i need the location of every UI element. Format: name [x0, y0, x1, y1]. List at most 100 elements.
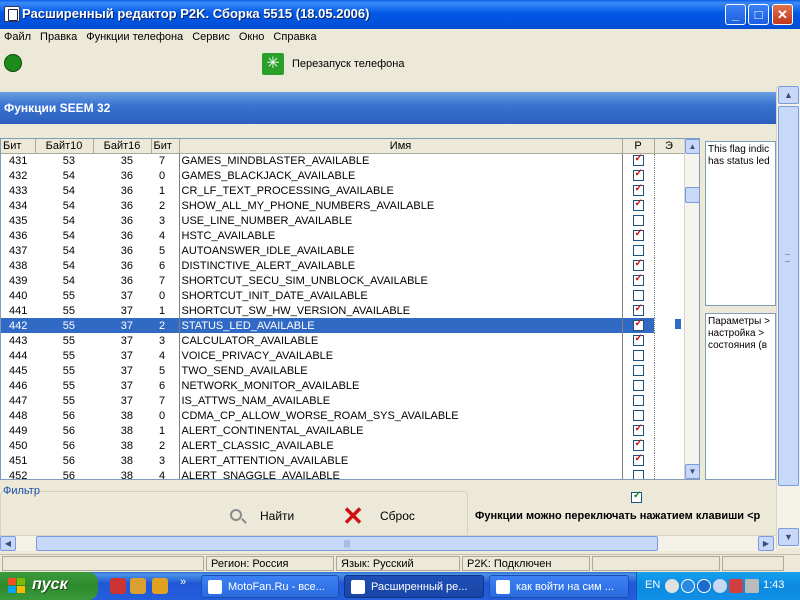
table-scrollbar[interactable]: ▲ ▼	[684, 139, 699, 479]
cell-p-checkbox[interactable]	[622, 333, 654, 348]
table-row[interactable]: 451 56 38 3 ALERT_ATTENTION_AVAILABLE	[1, 453, 684, 468]
cell-p-checkbox[interactable]	[622, 303, 654, 318]
minimize-button[interactable]: _	[725, 4, 746, 25]
table-row[interactable]: 435 54 36 3 USE_LINE_NUMBER_AVAILABLE	[1, 213, 684, 228]
tray-icon[interactable]	[713, 579, 727, 593]
table-row[interactable]: 450 56 38 2 ALERT_CLASSIC_AVAILABLE	[1, 438, 684, 453]
cell-e[interactable]	[653, 243, 684, 258]
quicklaunch-more-icon[interactable]: »	[180, 576, 186, 588]
tray-icon[interactable]	[745, 579, 759, 593]
table-scroll-down-icon[interactable]: ▼	[685, 464, 699, 479]
cell-e[interactable]	[653, 213, 684, 228]
cell-e[interactable]	[653, 378, 684, 393]
cell-p-checkbox[interactable]	[622, 213, 654, 228]
cell-e[interactable]	[653, 153, 684, 168]
table-row[interactable]: 437 54 36 5 AUTOANSWER_IDLE_AVAILABLE	[1, 243, 684, 258]
cell-p-checkbox[interactable]	[622, 423, 654, 438]
tray-icon[interactable]	[681, 579, 695, 593]
cell-p-checkbox[interactable]	[622, 288, 654, 303]
cell-e[interactable]	[653, 423, 684, 438]
table-row[interactable]: 444 55 37 4 VOICE_PRIVACY_AVAILABLE	[1, 348, 684, 363]
tray-help-icon[interactable]	[697, 579, 711, 593]
scroll-right-arrow-icon[interactable]: ▶	[758, 536, 774, 551]
header-byte10[interactable]: Байт10	[35, 139, 94, 154]
menu-window[interactable]: Окно	[235, 29, 270, 43]
header-e[interactable]: Э	[654, 139, 685, 154]
horizontal-scrollbar[interactable]: ◀ ||| ▶	[0, 535, 776, 551]
window-vertical-scrollbar[interactable]: ▲ ▼	[776, 86, 800, 548]
table-scroll-thumb[interactable]	[685, 187, 699, 203]
quicklaunch-app-icon[interactable]	[152, 578, 168, 594]
cell-e[interactable]	[653, 453, 684, 468]
menu-help[interactable]: Справка	[269, 29, 321, 43]
cell-e[interactable]	[653, 303, 684, 318]
cell-e[interactable]	[653, 258, 684, 273]
table-row[interactable]: 445 55 37 5 TWO_SEND_AVAILABLE	[1, 363, 684, 378]
table-row[interactable]: 439 54 36 7 SHORTCUT_SECU_SIM_UNBLOCK_AVAILA…	[1, 273, 684, 288]
cell-p-checkbox[interactable]	[622, 318, 654, 333]
cell-e[interactable]	[653, 438, 684, 453]
cell-e[interactable]	[653, 333, 684, 348]
close-button[interactable]: ✕	[772, 4, 793, 25]
cell-e[interactable]	[653, 228, 684, 243]
taskbar-item-active[interactable]: Расширенный ре...	[344, 575, 484, 598]
cell-e[interactable]	[653, 273, 684, 288]
scroll-left-arrow-icon[interactable]: ◀	[0, 536, 16, 551]
cell-e[interactable]	[653, 348, 684, 363]
header-byte16[interactable]: Байт16	[93, 139, 152, 154]
header-bit[interactable]: Бит	[1, 139, 36, 154]
table-row[interactable]: 436 54 36 4 HSTC_AVAILABLE	[1, 228, 684, 243]
header-bit-index[interactable]: Бит	[151, 139, 180, 154]
table-row[interactable]: 440 55 37 0 SHORTCUT_INIT_DATE_AVAILABLE	[1, 288, 684, 303]
restart-phone-button[interactable]: ✳ Перезапуск телефона	[262, 52, 404, 76]
cell-p-checkbox[interactable]	[622, 153, 654, 168]
table-row[interactable]: 441 55 37 1 SHORTCUT_SW_HW_VERSION_AVAILABLE	[1, 303, 684, 318]
cell-p-checkbox[interactable]	[622, 378, 654, 393]
maximize-button[interactable]: □	[748, 4, 769, 25]
cell-e[interactable]	[653, 393, 684, 408]
menu-edit[interactable]: Правка	[36, 29, 82, 43]
cell-p-checkbox[interactable]	[622, 228, 654, 243]
cell-e[interactable]	[653, 363, 684, 378]
header-name[interactable]: Имя	[179, 139, 623, 154]
scroll-up-arrow-icon[interactable]: ▲	[778, 86, 799, 104]
cell-p-checkbox[interactable]	[622, 363, 654, 378]
table-row[interactable]: 448 56 38 0 CDMA_CP_ALLOW_WORSE_ROAM_SYS_AVA…	[1, 408, 684, 423]
header-p[interactable]: Р	[622, 139, 655, 154]
scroll-down-arrow-icon[interactable]: ▼	[778, 528, 799, 546]
table-row[interactable]: 446 55 37 6 NETWORK_MONITOR_AVAILABLE	[1, 378, 684, 393]
cell-p-checkbox[interactable]	[622, 438, 654, 453]
table-row[interactable]: 432 54 36 0 GAMES_BLACKJACK_AVAILABLE	[1, 168, 684, 183]
table-row[interactable]: 447 55 37 7 IS_ATTWS_NAM_AVAILABLE	[1, 393, 684, 408]
cell-e[interactable]	[653, 408, 684, 423]
cell-p-checkbox[interactable]	[622, 243, 654, 258]
table-row[interactable]: 433 54 36 1 CR_LF_TEXT_PROCESSING_AVAILABLE	[1, 183, 684, 198]
table-row[interactable]: 452 56 38 4 ALERT_SNAGGLE_AVAILABLE	[1, 468, 684, 479]
menu-service[interactable]: Сервис	[188, 29, 235, 43]
table-row[interactable]: 449 56 38 1 ALERT_CONTINENTAL_AVAILABLE	[1, 423, 684, 438]
cell-e[interactable]	[653, 168, 684, 183]
cell-e[interactable]	[653, 198, 684, 213]
quicklaunch-opera-icon[interactable]	[110, 578, 126, 594]
cell-e[interactable]	[653, 183, 684, 198]
table-row[interactable]: 442 55 37 2 STATUS_LED_AVAILABLE	[1, 318, 684, 333]
cell-p-checkbox[interactable]	[622, 198, 654, 213]
cell-e[interactable]	[653, 288, 684, 303]
cell-e[interactable]	[653, 318, 684, 333]
horizontal-scroll-thumb[interactable]: |||	[36, 536, 658, 551]
taskbar-item[interactable]: MotoFan.Ru - все...	[201, 575, 339, 598]
tray-icon[interactable]	[665, 579, 679, 593]
tray-flag-icon[interactable]	[729, 579, 743, 593]
menu-phone-functions[interactable]: Функции телефона	[82, 29, 188, 43]
cell-p-checkbox[interactable]	[622, 468, 654, 479]
cell-p-checkbox[interactable]	[622, 273, 654, 288]
cell-p-checkbox[interactable]	[622, 348, 654, 363]
find-button[interactable]: Найти	[226, 505, 294, 527]
cell-p-checkbox[interactable]	[622, 168, 654, 183]
table-row[interactable]: 434 54 36 2 SHOW_ALL_MY_PHONE_NUMBERS_AVAILA…	[1, 198, 684, 213]
reset-button[interactable]: ✕ Сброс	[340, 503, 415, 529]
taskbar-item[interactable]: как войти на сим ...	[489, 575, 629, 598]
cell-e[interactable]	[653, 468, 684, 479]
cell-p-checkbox[interactable]	[622, 393, 654, 408]
quicklaunch-app-icon[interactable]	[130, 578, 146, 594]
